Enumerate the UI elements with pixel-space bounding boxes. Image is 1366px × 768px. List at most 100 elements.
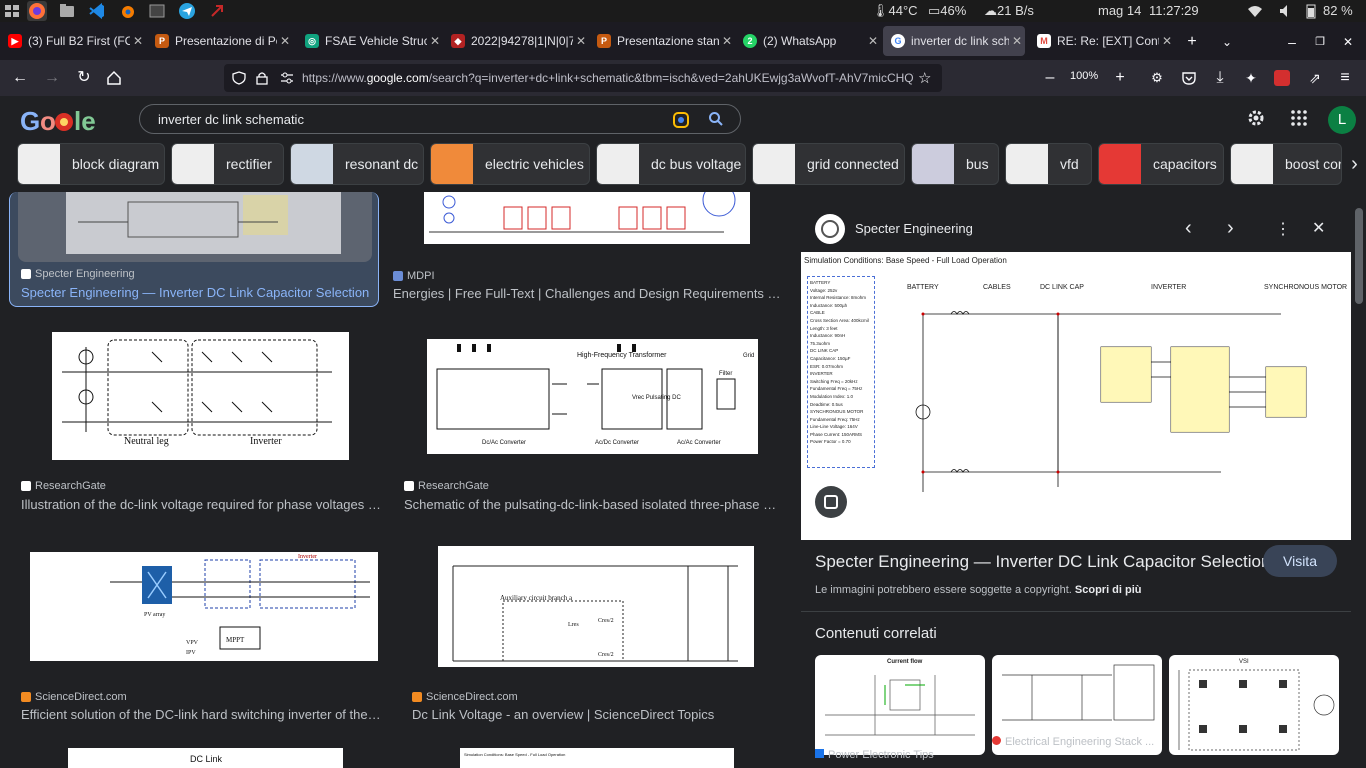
- chip-capacitors[interactable]: capacitors: [1098, 143, 1224, 185]
- tab-presentazione-2[interactable]: P Presentazione stand ✕: [589, 26, 735, 56]
- related-image[interactable]: VSI: [1169, 655, 1339, 755]
- previous-image-icon[interactable]: ‹: [1185, 217, 1192, 240]
- result-source[interactable]: ResearchGate: [404, 480, 489, 492]
- result-thumbnail[interactable]: Neutral leg Inverter: [52, 332, 349, 460]
- home-icon[interactable]: [106, 70, 122, 86]
- close-tab-icon[interactable]: ✕: [427, 34, 443, 48]
- chip-rectifier[interactable]: rectifier: [171, 143, 284, 185]
- close-tab-icon[interactable]: ✕: [1009, 34, 1025, 48]
- time-readout[interactable]: 11:27:29: [1149, 3, 1199, 18]
- learn-more-link[interactable]: Scopri di più: [1075, 584, 1142, 596]
- menu-icon[interactable]: ≡: [1335, 68, 1355, 88]
- extension-bird-icon[interactable]: ✦: [1241, 68, 1261, 88]
- search-query[interactable]: inverter dc link schematic: [158, 112, 304, 127]
- date-readout[interactable]: mag 14: [1098, 3, 1141, 18]
- chip-boost-converter[interactable]: boost cor: [1230, 143, 1342, 185]
- pocket-icon[interactable]: [1181, 70, 1197, 86]
- close-preview-icon[interactable]: ✕: [1312, 218, 1325, 238]
- visit-button[interactable]: Visita: [1263, 545, 1337, 577]
- result-caption[interactable]: Specter Engineering — Inverter DC Link C…: [21, 285, 371, 300]
- chip-bus[interactable]: bus: [911, 143, 999, 185]
- vscode-dock-icon[interactable]: [87, 1, 107, 21]
- search-box[interactable]: inverter dc link schematic: [139, 104, 741, 134]
- search-icon[interactable]: [708, 111, 724, 127]
- result-source[interactable]: MDPI: [393, 270, 435, 282]
- result-thumbnail[interactable]: MPPT PV array Inverter VPV IPV: [30, 552, 378, 661]
- google-apps-icon[interactable]: [1291, 110, 1307, 126]
- chip-resonant-dc[interactable]: resonant dc: [290, 143, 424, 185]
- tab-fsae[interactable]: ◎FSAE Vehicle Structu✕: [297, 26, 443, 56]
- blender-dock-icon[interactable]: [117, 1, 137, 21]
- tab-google-active[interactable]: Ginverter dc link schen✕: [883, 26, 1025, 56]
- bookmark-star-icon[interactable]: ☆: [918, 69, 931, 87]
- tab-whatsapp[interactable]: 2 (2) WhatsApp ✕: [735, 26, 881, 56]
- result-caption[interactable]: Dc Link Voltage - an overview | ScienceD…: [412, 707, 772, 722]
- result-caption[interactable]: Schematic of the pulsating-dc-link-based…: [404, 497, 779, 512]
- back-icon[interactable]: ←: [10, 68, 30, 88]
- chip-dc-bus-voltage[interactable]: dc bus voltage: [596, 143, 746, 185]
- preview-title[interactable]: Specter Engineering — Inverter DC Link C…: [815, 552, 1270, 572]
- permissions-icon[interactable]: [280, 72, 294, 84]
- close-tab-icon[interactable]: ✕: [865, 34, 881, 48]
- volume-icon[interactable]: [1279, 4, 1293, 18]
- result-card[interactable]: MDPI Energies | Free Full-Text | Challen…: [392, 192, 782, 307]
- result-card[interactable]: DC Link: [9, 740, 379, 768]
- telegram-dock-icon[interactable]: [177, 1, 197, 21]
- app-dock-icon[interactable]: [207, 1, 227, 21]
- forward-icon[interactable]: →: [42, 68, 62, 88]
- minimize-icon[interactable]: –: [1282, 32, 1302, 52]
- close-tab-icon[interactable]: ✕: [719, 34, 735, 48]
- lens-search-icon[interactable]: [815, 486, 847, 518]
- result-card[interactable]: High-Frequency Transformer Vrec Pulsating…: [392, 320, 782, 515]
- result-card[interactable]: Auxiliary circuit branch a Cres/2 Cres/2 Lr…: [392, 530, 782, 725]
- close-tab-icon[interactable]: ✕: [1159, 34, 1175, 48]
- close-tab-icon[interactable]: ✕: [573, 34, 589, 48]
- result-source[interactable]: ScienceDirect.com: [412, 691, 518, 703]
- google-lens-icon[interactable]: [672, 111, 690, 129]
- reload-icon[interactable]: ↻: [74, 68, 94, 88]
- preview-image[interactable]: Simulation Conditions: Base Speed - Full…: [801, 252, 1351, 540]
- related-image[interactable]: Current flow: [815, 655, 985, 755]
- list-tabs-icon[interactable]: ⌄: [1217, 32, 1237, 52]
- zoom-level[interactable]: 100%: [1070, 70, 1098, 82]
- result-card-selected[interactable]: Specter Engineering Specter Engineering …: [9, 192, 379, 307]
- result-thumbnail[interactable]: Simulation Conditions: Base Speed - Full…: [460, 748, 734, 768]
- settings-gear-icon[interactable]: [1246, 108, 1266, 128]
- chip-block-diagram[interactable]: block diagram: [17, 143, 165, 185]
- result-thumbnail[interactable]: High-Frequency Transformer Vrec Pulsating…: [427, 339, 758, 454]
- result-card[interactable]: Simulation Conditions: Base Speed - Full…: [392, 740, 782, 768]
- result-source[interactable]: ResearchGate: [21, 480, 106, 492]
- tab-document[interactable]: ◆ 2022|94278|1|N|0|74 ✕: [443, 26, 589, 56]
- chip-grid-connected[interactable]: grid connected: [752, 143, 905, 185]
- ublock-icon[interactable]: [1274, 70, 1290, 86]
- next-image-icon[interactable]: ›: [1227, 217, 1234, 240]
- result-card[interactable]: MPPT PV array Inverter VPV IPV ScienceDirect…: [9, 530, 381, 725]
- result-thumbnail[interactable]: Auxiliary circuit branch a Cres/2 Cres/2 Lr…: [438, 546, 754, 667]
- result-thumbnail[interactable]: DC Link: [68, 748, 343, 768]
- url-text[interactable]: https://www.google.com/search?q=inverter…: [302, 71, 914, 85]
- tab-youtube[interactable]: ▶(3) Full B2 First (FCE)✕: [0, 26, 146, 56]
- zoom-out-icon[interactable]: –: [1040, 68, 1060, 88]
- tab-presentazione-1[interactable]: PPresentazione di Pov✕: [147, 26, 293, 56]
- extension-icon[interactable]: ⚙: [1147, 68, 1167, 88]
- battery-icon[interactable]: [1306, 3, 1316, 19]
- new-tab-icon[interactable]: +: [1182, 32, 1202, 52]
- share-icon[interactable]: ⇗: [1305, 68, 1325, 88]
- result-source[interactable]: ScienceDirect.com: [21, 691, 127, 703]
- scrollbar[interactable]: [1355, 208, 1363, 304]
- close-tab-icon[interactable]: ✕: [277, 34, 293, 48]
- address-bar[interactable]: https://www.google.com/search?q=inverter…: [224, 64, 942, 92]
- apps-grid-icon[interactable]: [4, 4, 20, 18]
- chip-vfd[interactable]: vfd: [1005, 143, 1092, 185]
- result-caption[interactable]: Energies | Free Full-Text | Challenges a…: [393, 286, 781, 301]
- result-caption[interactable]: Efficient solution of the DC-link hard s…: [21, 707, 381, 722]
- zoom-in-icon[interactable]: +: [1110, 68, 1130, 88]
- firefox-dock-icon[interactable]: [27, 1, 47, 21]
- result-card[interactable]: Neutral leg Inverter ResearchGate Illustr…: [9, 320, 381, 515]
- chip-electric-vehicles[interactable]: electric vehicles: [430, 143, 590, 185]
- result-thumbnail[interactable]: [424, 192, 750, 244]
- tab-gmail[interactable]: MRE: Re: [EXT] Contrat✕: [1029, 26, 1175, 56]
- account-avatar[interactable]: L: [1328, 106, 1356, 134]
- more-options-icon[interactable]: ⋮: [1275, 219, 1291, 239]
- related-source[interactable]: Power Electronic Tips: [815, 749, 934, 760]
